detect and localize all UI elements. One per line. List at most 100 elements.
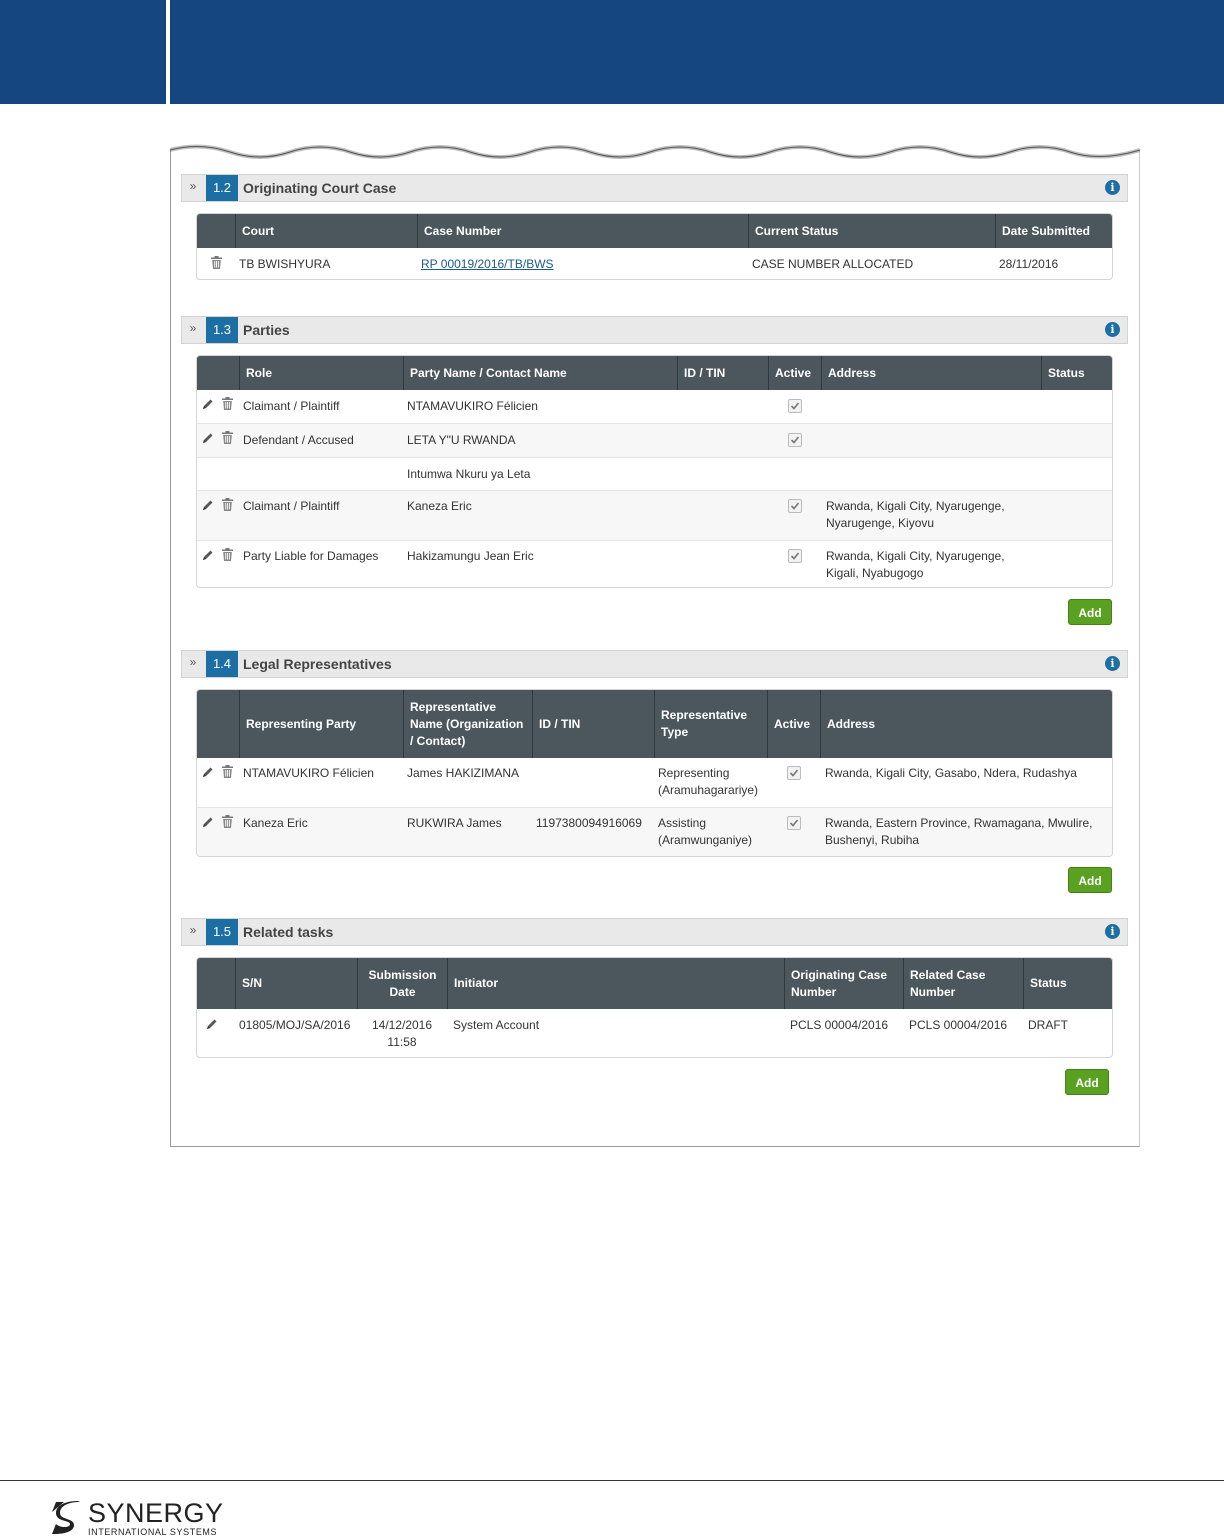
collapse-chevron-icon[interactable]: » <box>188 923 198 937</box>
column-header-initiator: Initiator <box>447 958 784 1009</box>
table-row: NTAMAVUKIRO Félicien James HAKIZIMANA Re… <box>197 758 1112 807</box>
cell-address: Rwanda, Eastern Province, Rwamagana, Mwu… <box>819 815 1092 849</box>
info-icon[interactable]: i <box>1105 656 1120 671</box>
type-line-2: (Aramuhagarariye) <box>658 783 759 797</box>
header-line: Submission <box>368 967 437 982</box>
table-header: Representing Party Representative Name (O… <box>197 690 1112 758</box>
cell-date-submitted: 28/11/2016 <box>999 257 1059 271</box>
cell-role: Claimant / Plaintiff <box>243 399 340 413</box>
type-line-2: (Aramwunganiye) <box>658 833 753 847</box>
table-row: Defendant / Accused LETA Y"U RWANDA <box>197 423 1112 457</box>
add-representative-button[interactable]: Add <box>1068 867 1112 893</box>
logo-wordmark: SYNERGY <box>88 1498 224 1528</box>
pencil-icon[interactable] <box>202 816 214 828</box>
address-line-1: Rwanda, Kigali City, Nyarugenge, <box>826 549 1005 563</box>
section-title: Related tasks <box>243 924 334 940</box>
table-row: 01805/MOJ/SA/2016 14/12/2016 11:58 Syste… <box>197 1009 1112 1057</box>
table-row: Kaneza Eric RUKWIRA James 11973800949160… <box>197 807 1112 856</box>
column-header-representative-type: Representative Type <box>654 690 767 758</box>
cell-role: Defendant / Accused <box>243 433 354 447</box>
active-checkbox[interactable] <box>787 766 801 780</box>
column-header-status: Status <box>1041 356 1112 390</box>
cell-related-case-number: PCLS 00004/2016 <box>909 1018 1008 1032</box>
collapse-chevron-icon[interactable]: » <box>188 655 198 669</box>
case-number-link[interactable]: RP 00019/2016/TB/BWS <box>421 257 554 271</box>
column-header-representing-party: Representing Party <box>239 690 403 758</box>
trash-icon[interactable] <box>222 815 233 828</box>
info-icon[interactable]: i <box>1105 924 1120 939</box>
page-header-band <box>0 0 1224 104</box>
column-header-id-tin: ID / TIN <box>677 356 768 390</box>
section-header-parties[interactable]: » 1.3 Parties i <box>181 316 1128 344</box>
address-line-1: Rwanda, Kigali City, Gasabo, Ndera, Ruda… <box>825 766 1077 780</box>
address-line-1: Rwanda, Eastern Province, Rwamagana, Mwu… <box>825 816 1093 830</box>
trash-icon[interactable] <box>211 256 222 269</box>
active-checkbox[interactable] <box>787 816 801 830</box>
section-header-legal-representatives[interactable]: » 1.4 Legal Representatives i <box>181 650 1128 678</box>
section-header-originating-court-case[interactable]: » 1.2 Originating Court Case i <box>181 174 1128 202</box>
cell-current-status: CASE NUMBER ALLOCATED <box>752 257 914 271</box>
pencil-icon[interactable] <box>202 398 214 410</box>
cell-role: Party Liable for Damages <box>243 549 379 563</box>
cell-address: Rwanda, Kigali City, Nyarugenge, Kigali,… <box>820 548 1005 582</box>
time-line: 11:58 <box>387 1035 417 1049</box>
footer-rule <box>0 1480 1224 1481</box>
trash-icon[interactable] <box>222 548 233 561</box>
trash-icon[interactable] <box>222 431 233 444</box>
torn-edge <box>170 140 1140 159</box>
pencil-icon[interactable] <box>206 1018 218 1030</box>
pencil-icon[interactable] <box>202 432 214 444</box>
add-task-button[interactable]: Add <box>1065 1069 1109 1095</box>
type-line-1: Assisting <box>658 816 707 830</box>
section-header-related-tasks[interactable]: » 1.5 Related tasks i <box>181 918 1128 946</box>
table-header: S/N Submission Date Initiator Originating… <box>197 958 1112 1009</box>
table-header: Court Case Number Current Status Date Su… <box>197 214 1112 248</box>
trash-icon[interactable] <box>222 765 233 778</box>
active-checkbox[interactable] <box>788 433 802 447</box>
column-header-actions <box>197 958 235 1009</box>
column-header-originating-case-number: Originating Case Number <box>784 958 903 1009</box>
cell-representative-type: Assisting (Aramwunganiye) <box>652 815 752 849</box>
column-header-representative-name: Representative Name (Organization / Contac… <box>403 690 532 758</box>
column-header-party-name: Party Name / Contact Name <box>403 356 677 390</box>
section-number: 1.5 <box>206 919 238 945</box>
type-line-1: Representing <box>658 766 730 780</box>
column-header-related-case-number: Related Case Number <box>903 958 1023 1009</box>
cell-representative-name: RUKWIRA James <box>407 816 502 830</box>
add-party-button[interactable]: Add <box>1068 599 1112 625</box>
column-header-actions <box>197 690 239 758</box>
header-line: Date <box>389 984 416 999</box>
cell-role: Claimant / Plaintiff <box>243 499 340 513</box>
column-header-court: Court <box>235 214 417 248</box>
collapse-chevron-icon[interactable]: » <box>188 321 198 335</box>
cell-originating-case-number: PCLS 00004/2016 <box>790 1018 889 1032</box>
cell-id-tin: 1197380094916069 <box>536 816 642 830</box>
trash-icon[interactable] <box>222 498 233 511</box>
section-number: 1.4 <box>206 651 238 677</box>
column-header-submission-date: Submission Date <box>357 958 447 1009</box>
pencil-icon[interactable] <box>202 766 214 778</box>
pencil-icon[interactable] <box>202 499 214 511</box>
info-icon[interactable]: i <box>1105 180 1120 195</box>
legal-representatives-table: Representing Party Representative Name (O… <box>196 689 1113 857</box>
active-checkbox[interactable] <box>788 499 802 513</box>
info-icon[interactable]: i <box>1105 322 1120 337</box>
trash-icon[interactable] <box>222 397 233 410</box>
active-checkbox[interactable] <box>788 549 802 563</box>
address-line-2: Nyarugenge, Kiyovu <box>826 516 935 530</box>
pencil-icon[interactable] <box>202 549 214 561</box>
collapse-chevron-icon[interactable]: » <box>188 179 198 193</box>
table-row: Claimant / Plaintiff Kaneza Eric Rwanda,… <box>197 490 1112 540</box>
date-line: 14/12/2016 <box>371 1018 433 1032</box>
logo-subtitle: INTERNATIONAL SYSTEMS <box>88 1527 218 1537</box>
related-tasks-table: S/N Submission Date Initiator Originating… <box>196 957 1113 1058</box>
cell-representing-party: NTAMAVUKIRO Félicien <box>243 766 374 780</box>
column-header-active: Active <box>768 356 821 390</box>
table-header: Role Party Name / Contact Name ID / TIN … <box>197 356 1112 390</box>
active-checkbox[interactable] <box>788 399 802 413</box>
cell-address: Rwanda, Kigali City, Gasabo, Ndera, Ruda… <box>819 765 1077 782</box>
cell-party-name: NTAMAVUKIRO Félicien <box>407 399 538 413</box>
cell-party-name: LETA Y"U RWANDA <box>407 433 516 447</box>
address-line-1: Rwanda, Kigali City, Nyarugenge, <box>826 499 1005 513</box>
column-header-address: Address <box>820 690 1112 758</box>
